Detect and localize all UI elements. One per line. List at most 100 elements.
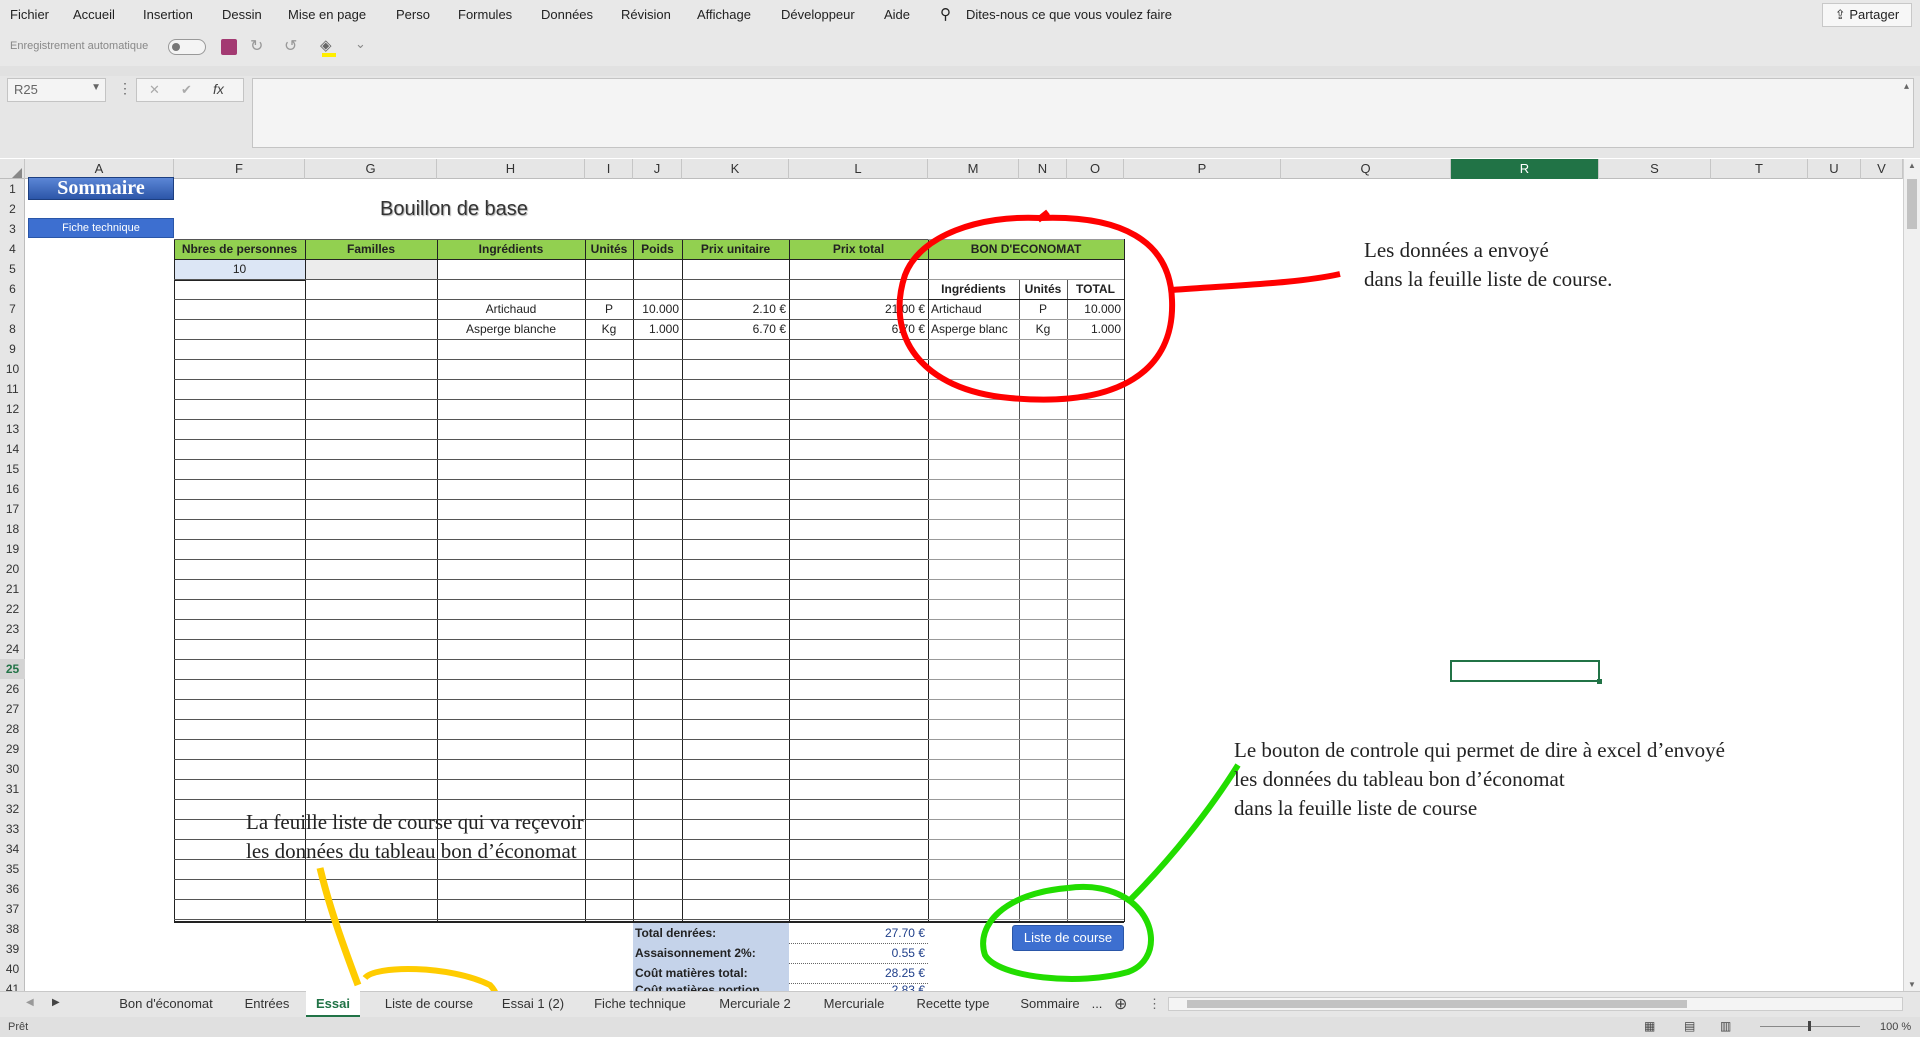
- menu-aide[interactable]: Aide: [884, 7, 910, 22]
- name-box[interactable]: R25 ▼: [7, 78, 106, 102]
- menu-dessin[interactable]: Dessin: [222, 7, 262, 22]
- row-header[interactable]: 9: [0, 339, 25, 359]
- column-header-o[interactable]: O: [1067, 159, 1124, 179]
- share-button[interactable]: ⇪ Partager: [1822, 3, 1912, 27]
- search-icon[interactable]: ⚲: [940, 5, 951, 23]
- column-header-p[interactable]: P: [1124, 159, 1281, 179]
- row-header[interactable]: 6: [0, 279, 25, 299]
- tab-liste-de-course[interactable]: Liste de course: [368, 991, 490, 1017]
- undo-icon[interactable]: ↺: [284, 36, 297, 56]
- row-header[interactable]: 34: [0, 839, 25, 859]
- liste-de-course-button[interactable]: Liste de course: [1012, 925, 1124, 951]
- ingredient-cell[interactable]: Artichaud: [437, 299, 585, 319]
- autosave-toggle[interactable]: [168, 39, 206, 55]
- bon-unite-cell[interactable]: P: [1019, 299, 1067, 319]
- redo-icon[interactable]: ↻: [250, 36, 263, 56]
- fill-handle[interactable]: [1597, 679, 1602, 684]
- tab-next-icon[interactable]: ▶: [52, 997, 60, 1008]
- row-header[interactable]: 31: [0, 779, 25, 799]
- cancel-icon[interactable]: ✕: [149, 82, 160, 98]
- column-header-r[interactable]: R: [1451, 159, 1599, 179]
- tab-mercuriale-2[interactable]: Mercuriale 2: [708, 991, 802, 1017]
- tab-fiche-technique[interactable]: Fiche technique: [584, 991, 696, 1017]
- tab-entrees[interactable]: Entrées: [232, 991, 302, 1017]
- row-header[interactable]: 18: [0, 519, 25, 539]
- unite-cell[interactable]: P: [585, 299, 633, 319]
- bon-total-cell[interactable]: 1.000: [1067, 319, 1124, 339]
- row-header[interactable]: 33: [0, 819, 25, 839]
- tell-me-input[interactable]: Dites-nous ce que vous voulez faire: [966, 7, 1172, 22]
- chevron-down-icon[interactable]: ▼: [91, 82, 101, 93]
- row-header[interactable]: 4: [0, 239, 25, 259]
- row-header[interactable]: 37: [0, 899, 25, 919]
- bon-ingredient-cell[interactable]: Asperge blanc: [929, 319, 1018, 339]
- row-header[interactable]: 38: [0, 919, 25, 939]
- row-header[interactable]: 11: [0, 379, 25, 399]
- row-header[interactable]: 15: [0, 459, 25, 479]
- row-header[interactable]: 27: [0, 699, 25, 719]
- row-header[interactable]: 19: [0, 539, 25, 559]
- sommaire-button[interactable]: Sommaire: [28, 177, 174, 200]
- bon-total-cell[interactable]: 10.000: [1067, 299, 1124, 319]
- scroll-down-icon[interactable]: ▼: [1908, 980, 1916, 989]
- menu-affichage[interactable]: Affichage: [697, 7, 751, 22]
- column-header-n[interactable]: N: [1019, 159, 1067, 179]
- persons-value[interactable]: 10: [174, 259, 305, 281]
- row-header[interactable]: 1: [0, 179, 25, 199]
- menu-insertion[interactable]: Insertion: [143, 7, 193, 22]
- row-header[interactable]: 23: [0, 619, 25, 639]
- column-header-i[interactable]: I: [585, 159, 633, 179]
- ingredient-cell[interactable]: Asperge blanche: [437, 319, 585, 339]
- zoom-level[interactable]: 100 %: [1880, 1021, 1911, 1033]
- zoom-slider-thumb[interactable]: [1808, 1021, 1811, 1031]
- row-header[interactable]: 35: [0, 859, 25, 879]
- prix-unitaire-cell[interactable]: 2.10 €: [682, 299, 789, 319]
- column-header-g[interactable]: G: [305, 159, 437, 179]
- page-layout-icon[interactable]: ▤: [1684, 1019, 1695, 1033]
- row-header[interactable]: 28: [0, 719, 25, 739]
- scroll-up-icon[interactable]: ▲: [1908, 161, 1916, 170]
- row-header[interactable]: 16: [0, 479, 25, 499]
- row-header[interactable]: 32: [0, 799, 25, 819]
- tab-essai-1-2[interactable]: Essai 1 (2): [494, 991, 572, 1017]
- collapse-icon[interactable]: ▴: [1904, 81, 1909, 92]
- menu-perso[interactable]: Perso: [396, 7, 430, 22]
- row-header[interactable]: 13: [0, 419, 25, 439]
- save-icon[interactable]: [221, 39, 237, 55]
- column-header-u[interactable]: U: [1808, 159, 1861, 179]
- tab-bon-economat[interactable]: Bon d'économat: [106, 991, 226, 1017]
- menu-formules[interactable]: Formules: [458, 7, 512, 22]
- bon-ingredient-cell[interactable]: Artichaud: [929, 299, 1018, 319]
- fx-icon[interactable]: fx: [213, 81, 224, 97]
- selected-cell[interactable]: [1450, 660, 1602, 684]
- fill-color-icon[interactable]: ◈: [320, 36, 332, 54]
- column-header-s[interactable]: S: [1599, 159, 1711, 179]
- more-icon[interactable]: ⋮: [118, 80, 132, 97]
- row-header[interactable]: 17: [0, 499, 25, 519]
- column-header-m[interactable]: M: [928, 159, 1019, 179]
- normal-view-icon[interactable]: ▦: [1644, 1019, 1655, 1033]
- tab-essai[interactable]: Essai: [306, 991, 360, 1017]
- row-header[interactable]: 5: [0, 259, 25, 279]
- tab-more[interactable]: ...: [1086, 991, 1108, 1017]
- customize-qat-icon[interactable]: ⌄: [355, 36, 366, 52]
- column-header-h[interactable]: H: [437, 159, 585, 179]
- row-header[interactable]: 36: [0, 879, 25, 899]
- row-header[interactable]: 39: [0, 939, 25, 959]
- column-header-a[interactable]: A: [25, 159, 174, 179]
- row-header[interactable]: 2: [0, 199, 25, 219]
- column-header-q[interactable]: Q: [1281, 159, 1451, 179]
- row-header[interactable]: 8: [0, 319, 25, 339]
- unite-cell[interactable]: Kg: [585, 319, 633, 339]
- row-header[interactable]: 7: [0, 299, 25, 319]
- menu-revision[interactable]: Révision: [621, 7, 671, 22]
- formula-input[interactable]: ▴: [252, 78, 1914, 148]
- column-header-t[interactable]: T: [1711, 159, 1808, 179]
- row-header[interactable]: 12: [0, 399, 25, 419]
- column-header-v[interactable]: V: [1861, 159, 1903, 179]
- row-header[interactable]: 10: [0, 359, 25, 379]
- tab-sommaire[interactable]: Sommaire: [1010, 991, 1090, 1017]
- bon-unite-cell[interactable]: Kg: [1019, 319, 1067, 339]
- row-header-active[interactable]: 25: [0, 659, 25, 679]
- tab-prev-icon[interactable]: ◀: [26, 997, 34, 1008]
